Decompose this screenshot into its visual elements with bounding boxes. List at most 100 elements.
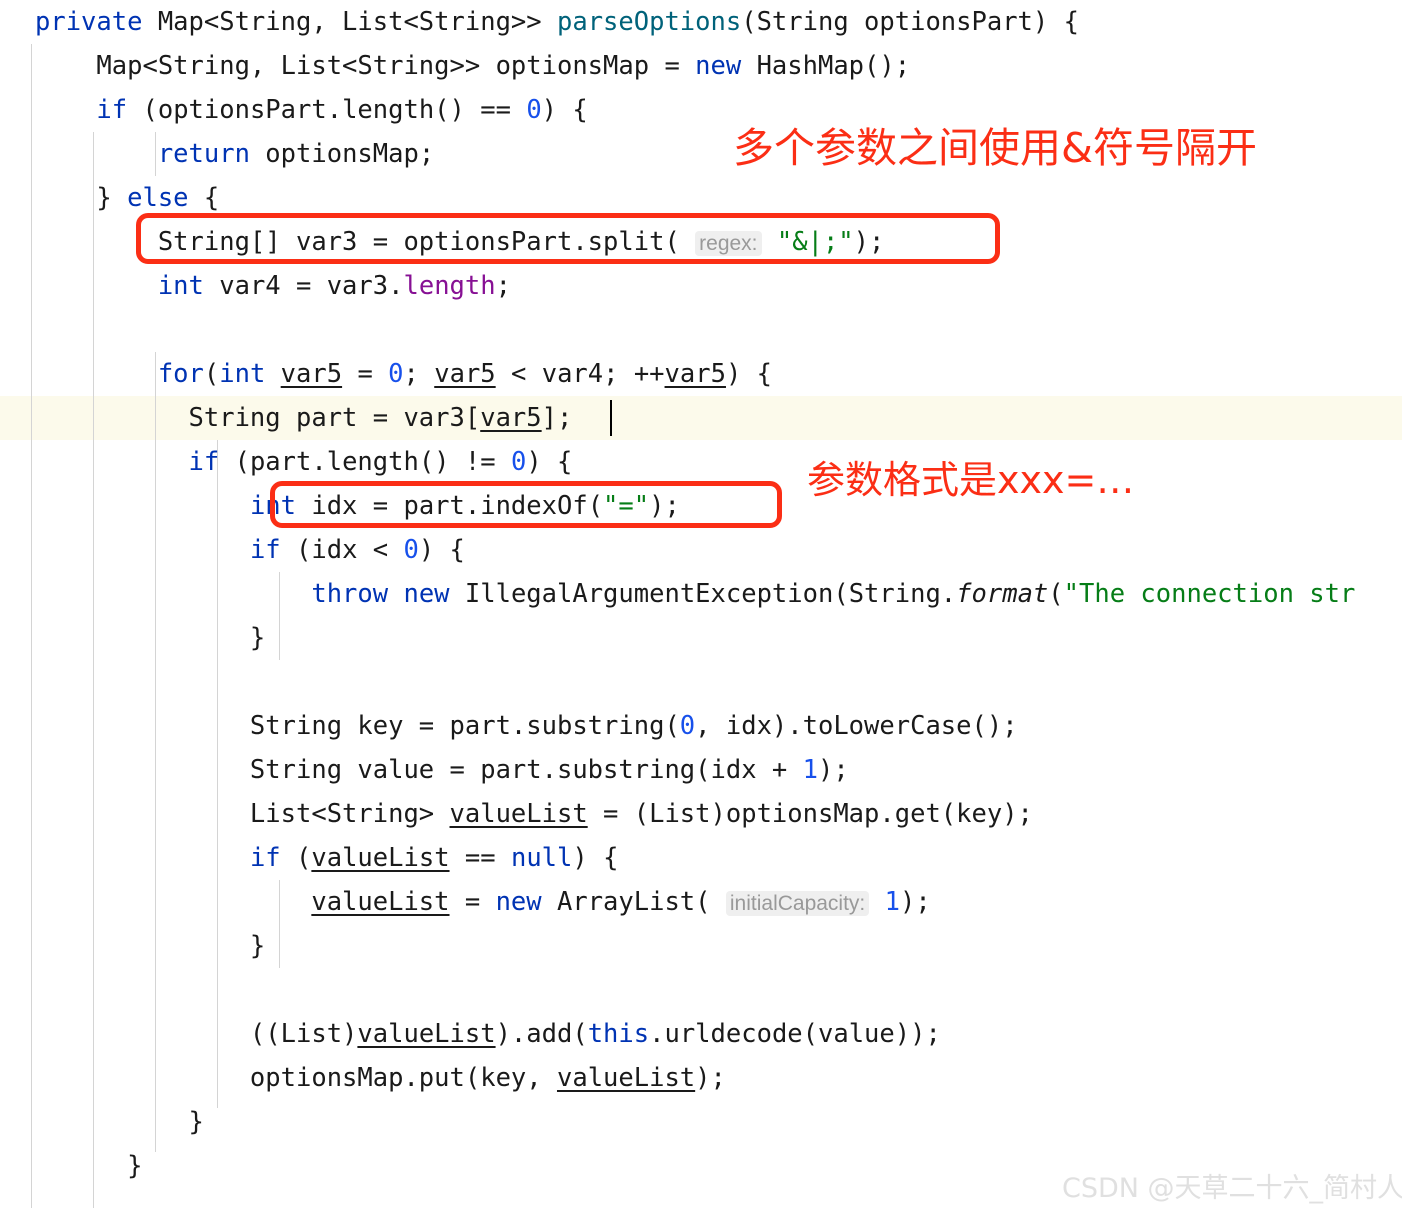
code-line-22[interactable] [35,968,50,1012]
token-keyword: this [587,1019,650,1049]
token-number: 1 [802,755,818,785]
code-line-19[interactable]: if (valueList == null) { [35,836,619,880]
token-text: IllegalArgumentException(String. [449,579,957,609]
code-line-6[interactable]: int var4 = var3.length; [35,264,511,308]
token-keyword: new [403,579,450,609]
code-line-2[interactable]: if (optionsPart.length() == 0) { [35,88,588,132]
token-keyword: for [157,359,204,389]
token-number: 0 [526,95,542,125]
indent-guide-1 [31,44,32,1208]
token-number: 0 [510,447,527,477]
code-line-24[interactable]: optionsMap.put(key, valueList); [35,1056,726,1100]
token-text: ]; [541,403,573,433]
token-text: } [35,1151,143,1181]
token-keyword: if [188,447,220,477]
annotation-note-1: 多个参数之间使用&符号隔开 [733,124,1257,172]
code-line-7[interactable] [35,308,50,352]
inlay-hint-initial-capacity: initialCapacity: [725,891,870,916]
token-local-var: var5 [434,359,496,389]
token-text: ) { [526,447,573,477]
token-text: List<String> [35,799,450,829]
token-local-var: valueList [357,1019,496,1049]
token-text: var4 = var3. [203,271,404,301]
code-line-25[interactable]: } [35,1100,204,1144]
token-text: = (List)optionsMap.get(key); [587,799,1033,829]
code-line-17[interactable]: String value = part.substring(idx + 1); [35,748,849,792]
token-text: ) { [418,535,465,565]
token-keyword: new [695,51,742,81]
code-line-26[interactable]: } [35,1144,142,1188]
code-line-16[interactable]: String key = part.substring(0, idx).toLo… [35,704,1018,748]
token-keyword: if [249,535,281,565]
token-keyword: private [35,7,143,37]
token-text: } [35,931,266,961]
token-text: (idx < [280,535,404,565]
code-editor[interactable]: private Map<String, List<String>> parseO… [0,0,1402,1208]
token-text: optionsMap; [249,139,435,169]
token-local-var: valueList [449,799,588,829]
token-text: String value = part.substring(idx + [35,755,803,785]
token-text: Map<String, List<String>> optionsMap = [35,51,696,81]
token-number: 0 [388,359,404,389]
token-text: } [35,623,266,653]
token-text: , idx).toLowerCase(); [695,711,1018,741]
code-line-20[interactable]: valueList = new ArrayList( initialCapaci… [35,880,930,924]
csdn-watermark: CSDN @天草二十六_简村人 [1062,1173,1402,1204]
token-number: 0 [403,535,419,565]
token-text: ) { [541,95,588,125]
token-text: ArrayList( [541,887,726,917]
annotation-note-2: 参数格式是xxx=… [807,458,1135,502]
token-keyword: int [157,271,204,301]
token-local-var: valueList [311,887,450,917]
code-line-9[interactable]: String part = var3[var5]; [35,396,573,440]
token-text: ; [403,359,435,389]
token-text: String key = part.substring( [35,711,680,741]
code-line-1[interactable]: Map<String, List<String>> optionsMap = n… [35,44,910,88]
token-text: (part.length() != [219,447,511,477]
token-local-var: valueList [311,843,450,873]
token-text: Map<String, List<String>> [142,7,557,37]
token-text: < var4; ++ [495,359,665,389]
token-keyword: return [157,139,250,169]
token-number: 0 [679,711,696,741]
annotation-box-split-call [136,213,1000,264]
token-keyword: null [510,843,573,873]
token-text: (String optionsPart) { [741,7,1079,37]
code-line-0[interactable]: private Map<String, List<String>> parseO… [35,0,1079,44]
code-line-15[interactable] [35,660,50,704]
token-field: length [403,271,496,301]
token-keyword: if [96,95,128,125]
token-text: (optionsPart.length() == [127,95,527,125]
code-line-14[interactable]: } [35,616,265,660]
token-text: ; [495,271,511,301]
token-text: ).add( [495,1019,588,1049]
code-line-3[interactable]: return optionsMap; [35,132,434,176]
token-text: String part = var3[ [35,403,481,433]
code-line-10[interactable]: if (part.length() != 0) { [35,440,573,484]
code-line-23[interactable]: ((List)valueList).add(this.urldecode(val… [35,1012,941,1056]
token-text: } [35,1107,204,1137]
code-line-18[interactable]: List<String> valueList = (List)optionsMa… [35,792,1033,836]
token-text: ) { [725,359,773,389]
token-local-var: valueList [556,1063,696,1093]
code-line-8[interactable]: for(int var5 = 0; var5 < var4; ++var5) { [35,352,772,396]
token-text: ( [203,359,220,389]
token-keyword: new [495,887,542,917]
code-line-21[interactable]: } [35,924,265,968]
token-text: ) { [572,843,619,873]
code-line-12[interactable]: if (idx < 0) { [35,528,465,572]
code-line-13[interactable]: throw new IllegalArgumentException(Strin… [35,572,1355,616]
